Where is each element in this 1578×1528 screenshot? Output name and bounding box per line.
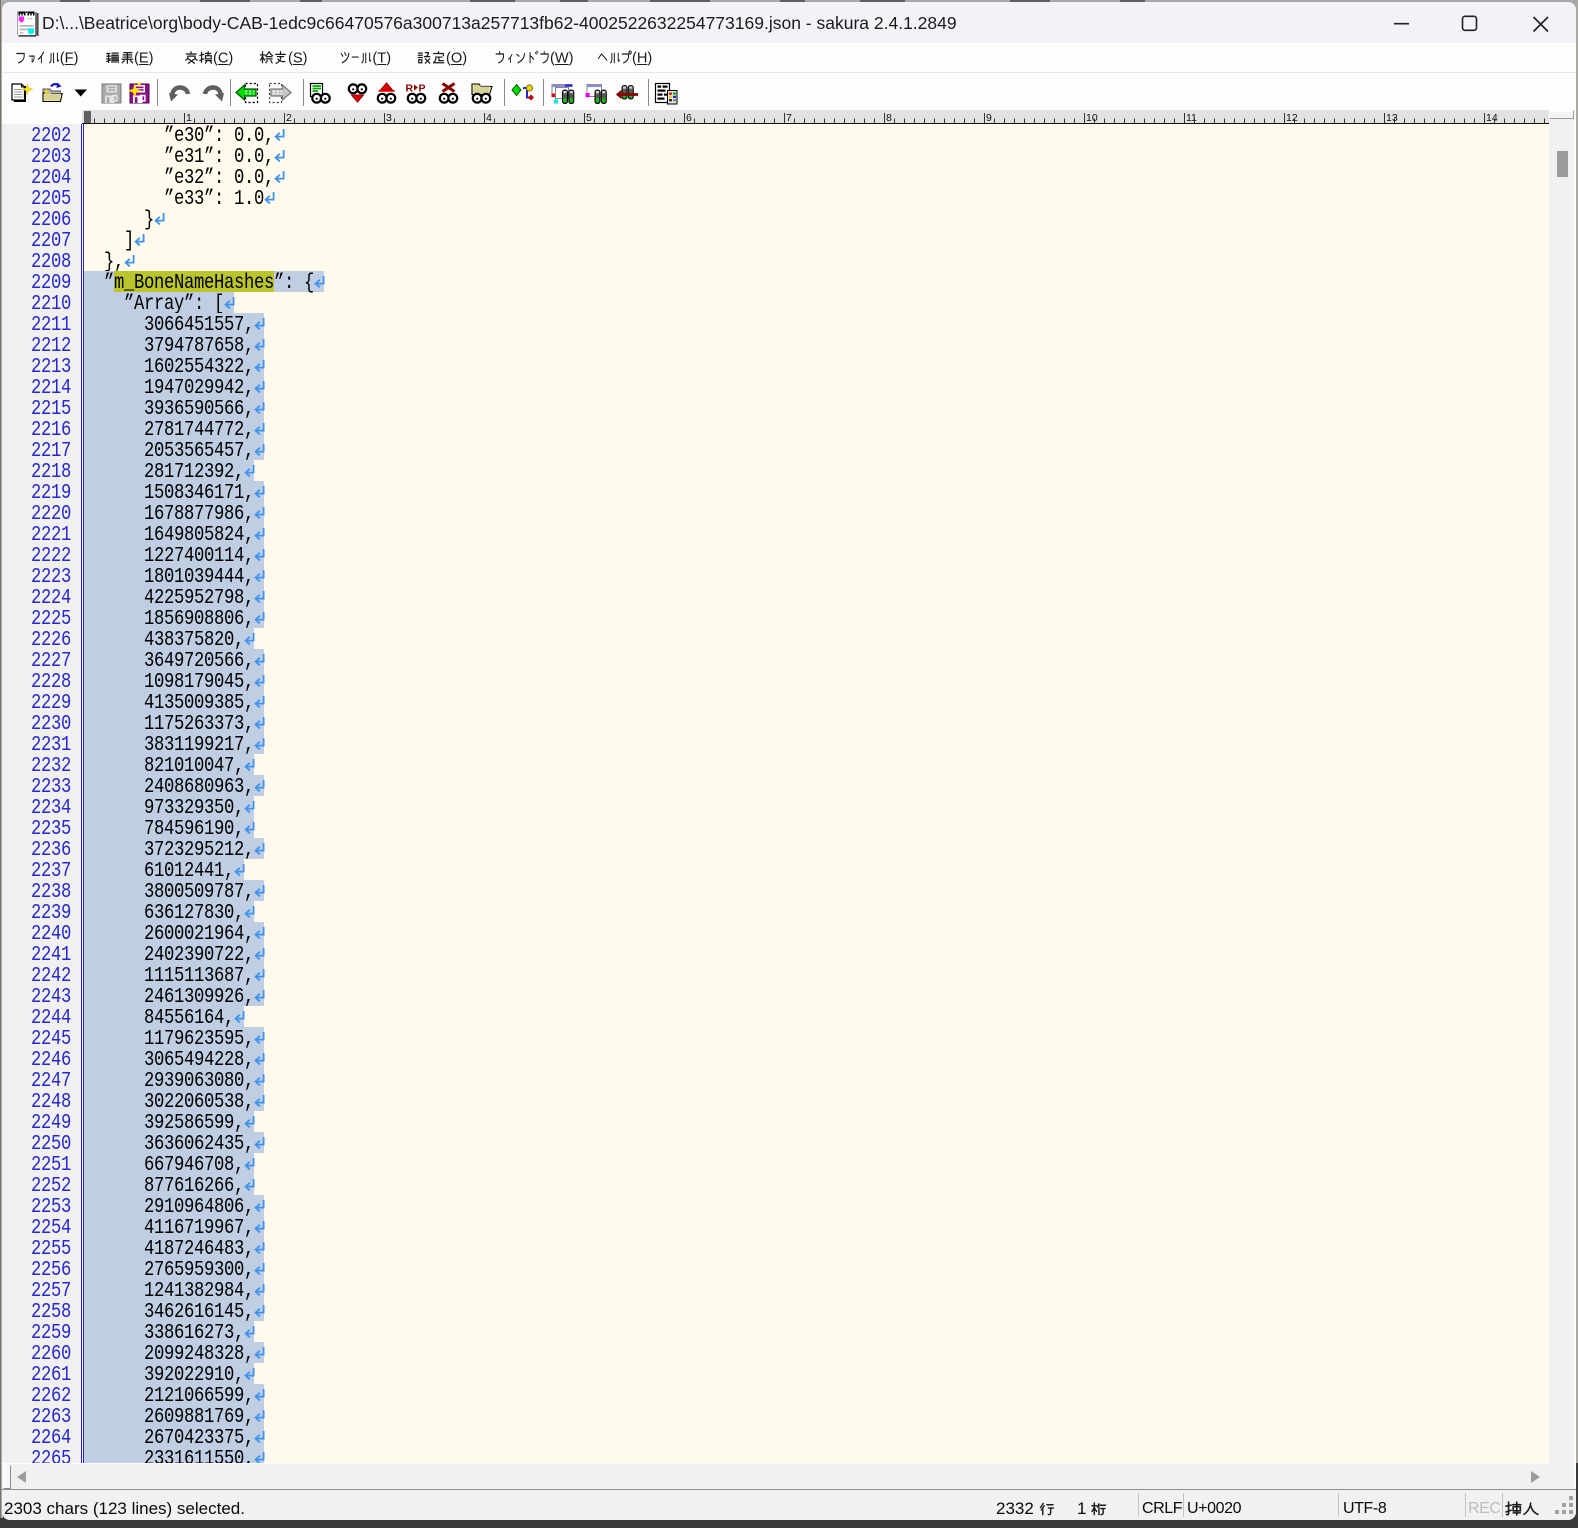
- svg-text:4: 4: [486, 112, 492, 124]
- svg-text:12: 12: [1286, 112, 1298, 124]
- svg-text:14: 14: [1486, 112, 1498, 124]
- svg-text:13: 13: [1386, 112, 1398, 124]
- svg-text:1: 1: [186, 112, 192, 124]
- svg-text:2: 2: [286, 112, 292, 124]
- svg-text:7: 7: [786, 112, 792, 124]
- svg-text:11: 11: [1186, 112, 1197, 124]
- svg-text:R: R: [406, 83, 414, 95]
- svg-text:3: 3: [386, 112, 392, 124]
- svg-text:P: P: [419, 83, 426, 95]
- svg-text:6: 6: [686, 112, 692, 124]
- svg-text:10: 10: [1086, 112, 1098, 124]
- svg-text:8: 8: [886, 112, 892, 124]
- svg-text:5: 5: [586, 112, 592, 124]
- svg-text:9: 9: [986, 112, 992, 124]
